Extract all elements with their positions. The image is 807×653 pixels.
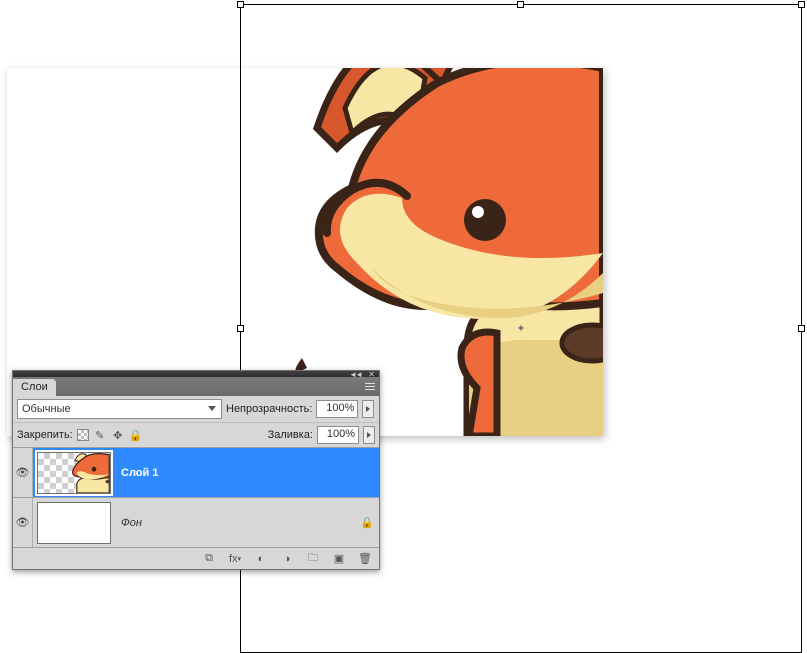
fill-stepper[interactable] — [363, 426, 375, 444]
chevron-down-icon — [208, 406, 216, 411]
eye-icon: 👁 — [16, 516, 30, 529]
link-layers-button[interactable]: ⧉ — [201, 551, 217, 567]
blend-mode-value: Обычные — [22, 403, 71, 415]
panel-menu-button[interactable] — [361, 377, 379, 396]
chevron-right-icon — [367, 432, 371, 438]
layer-name[interactable]: Слой 1 — [115, 467, 379, 479]
visibility-toggle[interactable]: 👁 — [13, 498, 33, 547]
lock-label: Закрепить: — [17, 429, 73, 441]
layer-fx-button[interactable]: fx▾ — [227, 551, 243, 567]
lock-all-icon[interactable]: 🔒 — [129, 428, 143, 442]
transform-handle-top-right[interactable] — [798, 1, 805, 8]
tab-layers[interactable]: Слои — [13, 379, 56, 396]
layers-list: 👁 Слой 1 👁 Фон 🔒 — [13, 447, 379, 547]
layer-thumbnail[interactable] — [37, 452, 111, 494]
opacity-label: Непрозрачность: — [226, 403, 312, 415]
lock-indicator: 🔒 — [355, 516, 379, 529]
lock-pixels-icon[interactable]: ✎ — [93, 428, 107, 442]
layer-mask-button[interactable]: ◐ — [253, 551, 269, 567]
close-icon[interactable]: ✕ — [368, 370, 375, 379]
chevron-right-icon — [366, 406, 370, 412]
fill-input[interactable]: 100% — [317, 426, 359, 444]
fill-label: Заливка: — [268, 429, 313, 441]
panel-titlebar[interactable]: ◄◄ ✕ — [13, 371, 379, 377]
visibility-toggle[interactable]: 👁 — [13, 448, 33, 497]
panel-footer: ⧉ fx▾ ◐ ◑ 🗀 ▣ 🗑 — [13, 547, 379, 569]
menu-icon — [365, 383, 375, 391]
transform-handle-top-mid[interactable] — [517, 1, 524, 8]
blend-mode-select[interactable]: Обычные — [17, 399, 222, 419]
layer-name[interactable]: Фон — [115, 517, 355, 529]
eye-icon: 👁 — [16, 466, 30, 479]
opacity-input[interactable]: 100% — [316, 400, 358, 418]
delete-layer-button[interactable]: 🗑 — [357, 551, 373, 567]
layer-row[interactable]: 👁 Фон 🔒 — [13, 497, 379, 547]
layer-thumbnail[interactable] — [37, 502, 111, 544]
layer-row[interactable]: 👁 Слой 1 — [13, 447, 379, 497]
layers-panel: ◄◄ ✕ Слои Обычные Непрозрачность: 100% З… — [12, 370, 380, 570]
lock-transparency-icon[interactable] — [77, 429, 89, 441]
transform-handle-mid-right[interactable] — [798, 325, 805, 332]
new-layer-button[interactable]: ▣ — [331, 551, 347, 567]
collapse-icon[interactable]: ◄◄ — [349, 370, 361, 379]
new-group-button[interactable]: 🗀 — [305, 551, 321, 567]
transform-handle-top-left[interactable] — [237, 1, 244, 8]
lock-icon: 🔒 — [360, 517, 374, 529]
lock-position-icon[interactable]: ✥ — [111, 428, 125, 442]
opacity-stepper[interactable] — [362, 400, 374, 418]
adjustment-layer-button[interactable]: ◑ — [279, 551, 295, 567]
